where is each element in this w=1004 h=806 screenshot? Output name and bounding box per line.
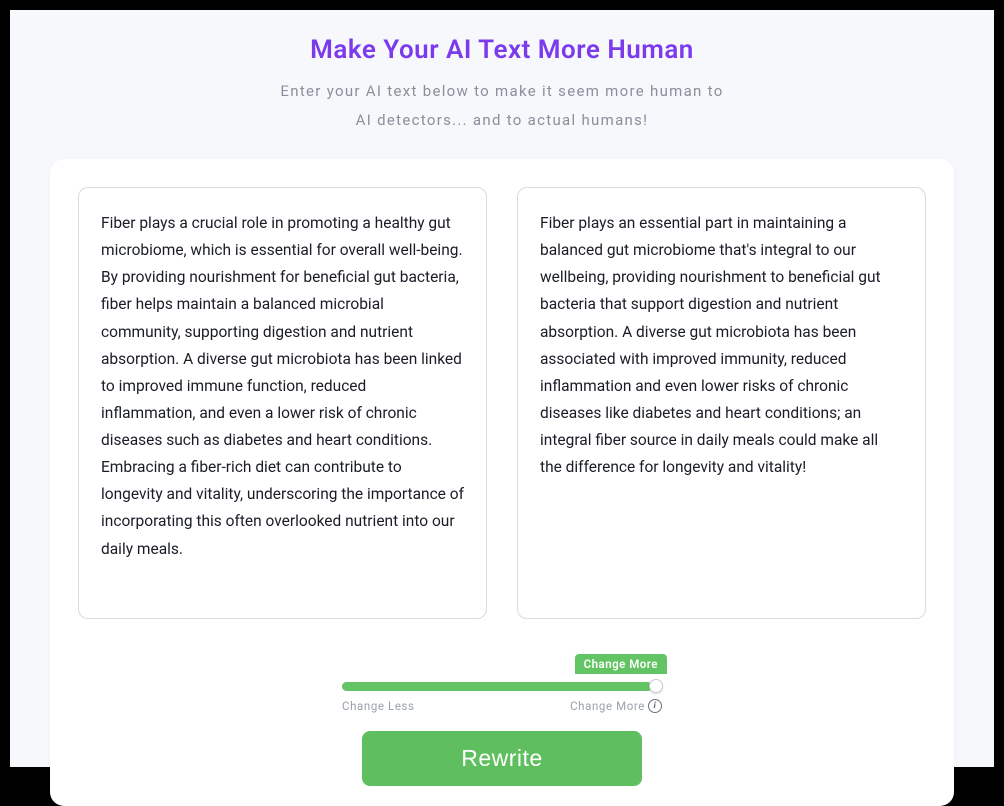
- input-panel: [78, 187, 487, 619]
- slider-badge-row: Change More: [342, 654, 662, 674]
- page-title: Make Your AI Text More Human: [10, 35, 994, 65]
- rewrite-button[interactable]: Rewrite: [362, 731, 642, 786]
- slider-labels: Change Less Change More i: [342, 699, 662, 713]
- output-panel: Fiber plays an essential part in maintai…: [517, 187, 926, 619]
- header: Make Your AI Text More Human Enter your …: [10, 35, 994, 134]
- page-subtitle: Enter your AI text below to make it seem…: [10, 77, 994, 134]
- change-amount-slider[interactable]: [342, 679, 662, 693]
- input-textarea[interactable]: [101, 210, 464, 596]
- slider-thumb[interactable]: [649, 679, 663, 693]
- slider-max-label: Change More: [570, 699, 645, 713]
- main-card: Fiber plays an essential part in maintai…: [50, 159, 954, 806]
- slider-max-group: Change More i: [570, 699, 662, 713]
- slider-controls: Change More Change Less Change More i: [342, 654, 662, 713]
- output-text: Fiber plays an essential part in maintai…: [540, 210, 903, 481]
- info-icon[interactable]: i: [648, 699, 662, 713]
- text-panels-row: Fiber plays an essential part in maintai…: [78, 187, 926, 619]
- slider-fill: [342, 682, 652, 691]
- slider-value-badge: Change More: [575, 654, 667, 674]
- subtitle-line-1: Enter your AI text below to make it seem…: [10, 77, 994, 106]
- slider-min-label: Change Less: [342, 699, 415, 713]
- subtitle-line-2: AI detectors... and to actual humans!: [10, 106, 994, 135]
- page-background: Make Your AI Text More Human Enter your …: [10, 10, 994, 767]
